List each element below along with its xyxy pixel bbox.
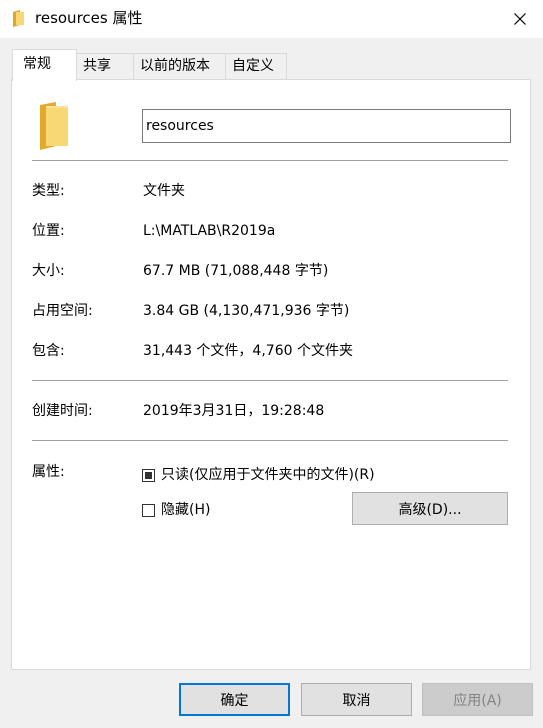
- separator: [32, 160, 508, 161]
- type-label: 类型:: [32, 183, 65, 199]
- hidden-checkbox-row[interactable]: 隐藏(H): [142, 500, 210, 520]
- hidden-checkbox[interactable]: [142, 503, 155, 517]
- close-button[interactable]: [497, 0, 543, 38]
- size-value: 67.7 MB (71,088,448 字节): [143, 263, 329, 279]
- hidden-label: 隐藏(H): [161, 502, 211, 518]
- type-value: 文件夹: [143, 183, 185, 199]
- disk-size-label: 占用空间:: [32, 303, 93, 319]
- readonly-checkbox-row[interactable]: 只读(仅应用于文件夹中的文件)(R): [142, 465, 375, 485]
- window-title: resources 属性: [35, 9, 143, 27]
- created-label: 创建时间:: [32, 403, 93, 419]
- properties-window: resources 属性 常规 共享 以前的版本 自定义 类型: 文件夹 位置:…: [0, 0, 543, 728]
- advanced-button[interactable]: 高级(D)...: [352, 492, 508, 525]
- cancel-button[interactable]: 取消: [301, 683, 412, 716]
- separator: [32, 440, 508, 441]
- apply-button[interactable]: 应用(A): [422, 683, 533, 716]
- tab-general[interactable]: 常规: [12, 49, 77, 81]
- tab-customize[interactable]: 自定义: [225, 53, 287, 80]
- created-value: 2019年3月31日，19:28:48: [143, 403, 325, 419]
- attributes-label: 属性:: [32, 464, 65, 480]
- size-label: 大小:: [32, 263, 65, 279]
- contains-label: 包含:: [32, 343, 65, 359]
- ok-button[interactable]: 确定: [179, 683, 290, 716]
- disk-size-value: 3.84 GB (4,130,471,936 字节): [143, 303, 350, 319]
- general-panel: [11, 79, 531, 670]
- readonly-label: 只读(仅应用于文件夹中的文件)(R): [161, 467, 375, 483]
- tab-previous-versions[interactable]: 以前的版本: [133, 53, 226, 80]
- separator: [32, 380, 508, 381]
- location-value: L:\MATLAB\R2019a: [143, 223, 276, 239]
- title-bar: resources 属性: [0, 0, 543, 38]
- tab-sharing[interactable]: 共享: [76, 53, 134, 80]
- close-icon: [514, 13, 526, 25]
- folder-icon: [40, 102, 68, 150]
- location-label: 位置:: [32, 223, 65, 239]
- contains-value: 31,443 个文件，4,760 个文件夹: [143, 343, 353, 359]
- readonly-checkbox[interactable]: [142, 468, 155, 482]
- folder-icon: [13, 10, 24, 27]
- folder-name-input[interactable]: [142, 109, 511, 143]
